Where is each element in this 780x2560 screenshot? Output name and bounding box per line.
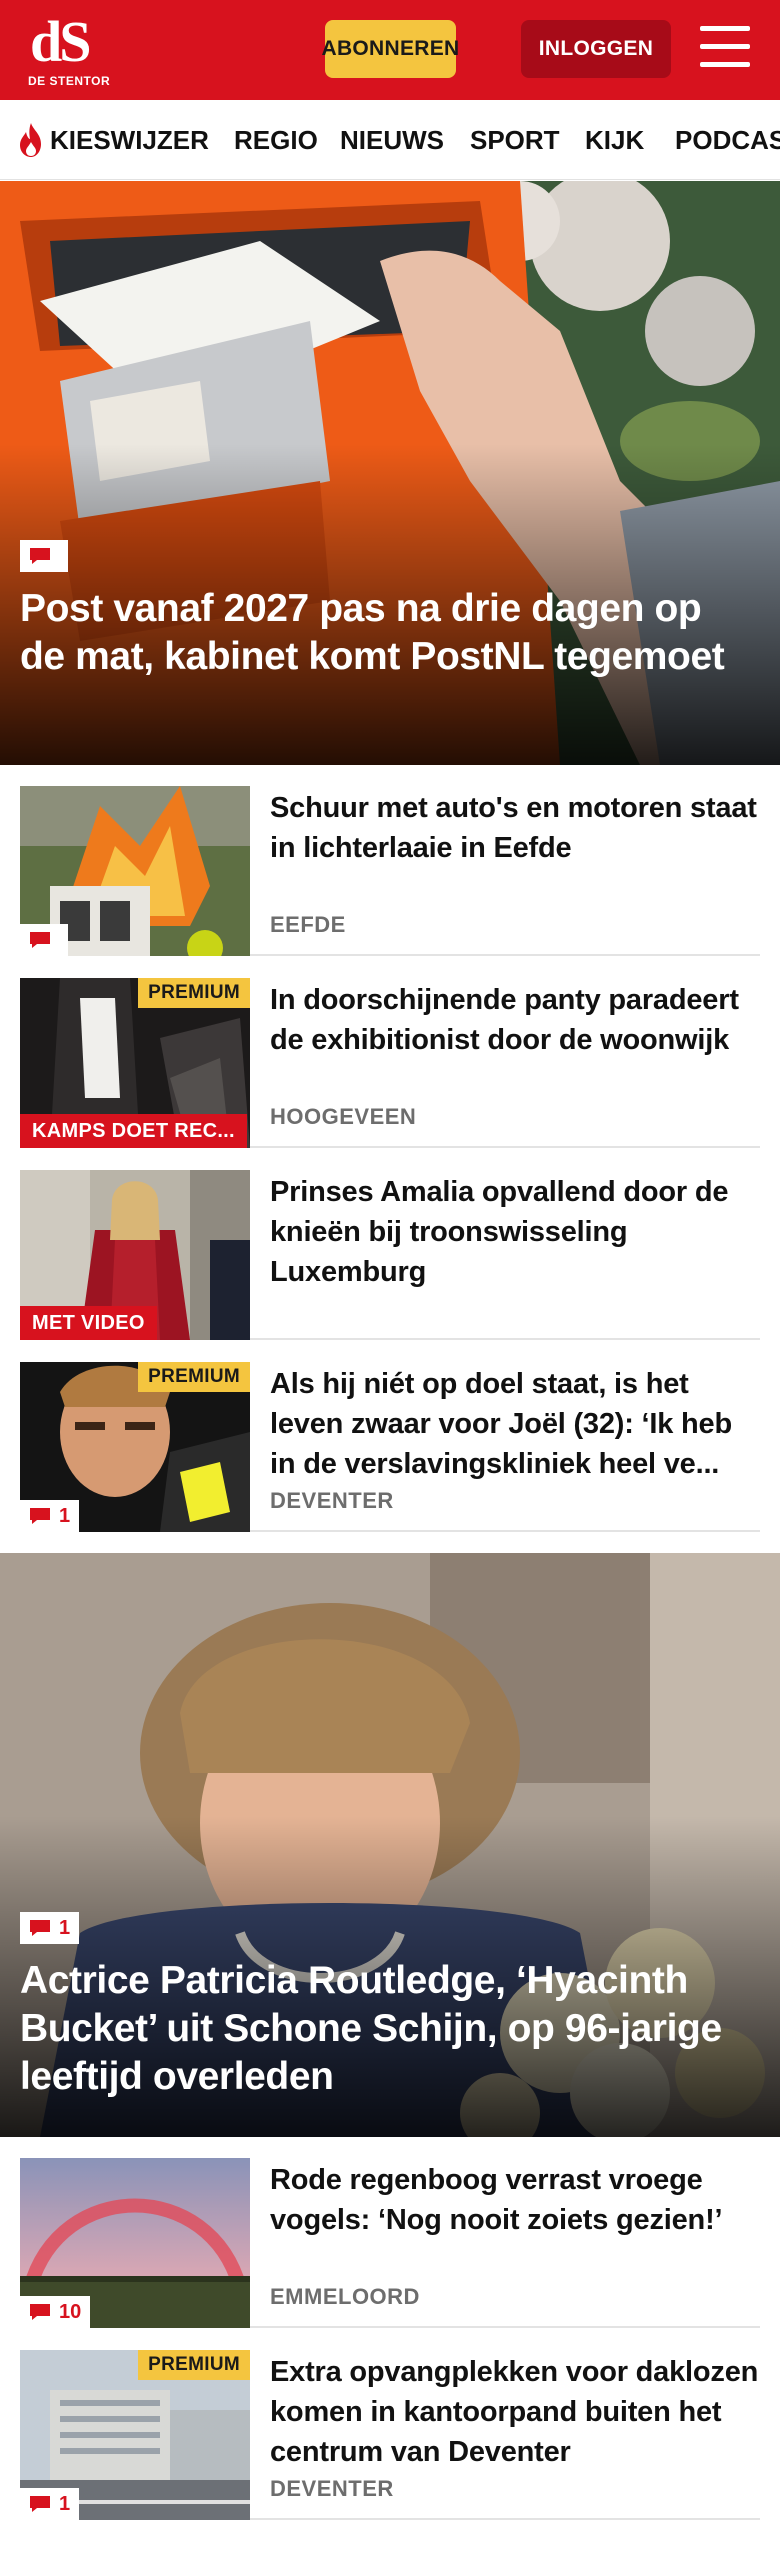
article-thumbnail: PREMIUM 1 xyxy=(20,1362,250,1532)
nav-item-kijk[interactable]: KIJK xyxy=(585,100,644,179)
article-location: DEVENTER xyxy=(270,1488,394,1513)
hero-comment-badge[interactable] xyxy=(20,540,68,572)
subscribe-button[interactable]: ABONNEREN xyxy=(321,20,459,78)
nav-item-podcast[interactable]: PODCAS xyxy=(675,100,780,179)
list-item[interactable]: PREMIUM 1 Als hij niét op doel staat, is… xyxy=(20,1362,760,1532)
site-header: dS DE STENTOR ABONNEREN INLOGGEN xyxy=(0,0,780,100)
comment-icon xyxy=(30,2496,50,2512)
list-item[interactable]: PREMIUM 1 Extra opvangplekken voor daklo… xyxy=(20,2350,760,2520)
comment-badge[interactable]: 1 xyxy=(20,1500,80,1532)
hero-headline[interactable]: Actrice Patricia Routledge, ‘Hyacinth Bu… xyxy=(20,1957,750,2101)
article-headline[interactable]: Als hij niét op doel staat, is het leven… xyxy=(270,1364,760,1484)
series-label: KAMPS DOET REC... xyxy=(20,1114,247,1148)
hero-comment-count: 1 xyxy=(59,1916,71,1939)
article-thumbnail: PREMIUM KAMPS DOET REC... xyxy=(20,978,250,1148)
login-button[interactable]: INLOGGEN xyxy=(521,20,671,78)
comment-badge[interactable] xyxy=(20,924,68,956)
nav-item-sport[interactable]: SPORT xyxy=(470,100,560,179)
list-item[interactable]: 10 Rode regenboog verrast vroege vogels:… xyxy=(20,2158,760,2328)
hero-article-routledge[interactable]: 1 Actrice Patricia Routledge, ‘Hyacinth … xyxy=(0,1553,780,2137)
flame-icon xyxy=(20,123,41,157)
article-headline[interactable]: Extra opvangplekken voor daklozen komen … xyxy=(270,2352,760,2472)
premium-badge: PREMIUM xyxy=(138,1362,250,1392)
comment-icon xyxy=(30,1508,50,1524)
hero-comment-badge[interactable]: 1 xyxy=(20,1912,80,1944)
article-thumbnail: PREMIUM 1 xyxy=(20,2350,250,2520)
article-headline[interactable]: Prinses Amalia opvallend door de knieën … xyxy=(270,1172,760,1292)
nav-item-nieuws[interactable]: NIEUWS xyxy=(340,100,444,179)
nav-item-kieswijzer[interactable]: KIESWIJZER xyxy=(50,100,209,179)
nav-item-regio[interactable]: REGIO xyxy=(234,100,318,179)
menu-icon[interactable] xyxy=(700,24,752,70)
logo-mark: dS xyxy=(30,9,91,74)
article-location: EMMELOORD xyxy=(270,2284,420,2309)
comment-icon xyxy=(30,932,50,948)
premium-badge: PREMIUM xyxy=(138,978,250,1008)
article-location: DEVENTER xyxy=(270,2476,394,2501)
article-location: HOOGEVEEN xyxy=(270,1104,417,1129)
hero-article-postnl[interactable]: Post vanaf 2027 pas na drie dagen op de … xyxy=(0,181,780,765)
list-item[interactable]: PREMIUM KAMPS DOET REC... In doorschijne… xyxy=(20,978,760,1148)
logo-subtitle: DE STENTOR xyxy=(28,74,111,88)
section-nav: KIESWIJZER REGIO NIEUWS SPORT KIJK PODCA… xyxy=(0,100,780,180)
comment-icon xyxy=(30,1920,50,1936)
article-location: EEFDE xyxy=(270,912,346,937)
comment-badge[interactable]: 10 xyxy=(20,2296,91,2328)
comment-count: 10 xyxy=(59,2300,82,2323)
article-headline[interactable]: Rode regenboog verrast vroege vogels: ‘N… xyxy=(270,2160,760,2240)
comment-icon xyxy=(30,548,50,564)
premium-badge: PREMIUM xyxy=(138,2350,250,2380)
article-thumbnail: MET VIDEO xyxy=(20,1170,250,1340)
site-logo[interactable]: dS DE STENTOR xyxy=(24,10,112,94)
comment-badge[interactable]: 1 xyxy=(20,2488,80,2520)
comment-icon xyxy=(30,2304,50,2320)
article-headline[interactable]: In doorschijnende panty paradeert de exh… xyxy=(270,980,760,1060)
list-item[interactable]: Schuur met auto's en motoren staat in li… xyxy=(20,786,760,956)
article-thumbnail: 10 xyxy=(20,2158,250,2328)
hero-headline[interactable]: Post vanaf 2027 pas na drie dagen op de … xyxy=(20,585,750,681)
article-thumbnail xyxy=(20,786,250,956)
comment-count: 1 xyxy=(59,1504,71,1527)
list-item[interactable]: MET VIDEO Prinses Amalia opvallend door … xyxy=(20,1170,760,1340)
video-label: MET VIDEO xyxy=(20,1306,157,1340)
comment-count: 1 xyxy=(59,2492,71,2515)
article-headline[interactable]: Schuur met auto's en motoren staat in li… xyxy=(270,788,760,868)
